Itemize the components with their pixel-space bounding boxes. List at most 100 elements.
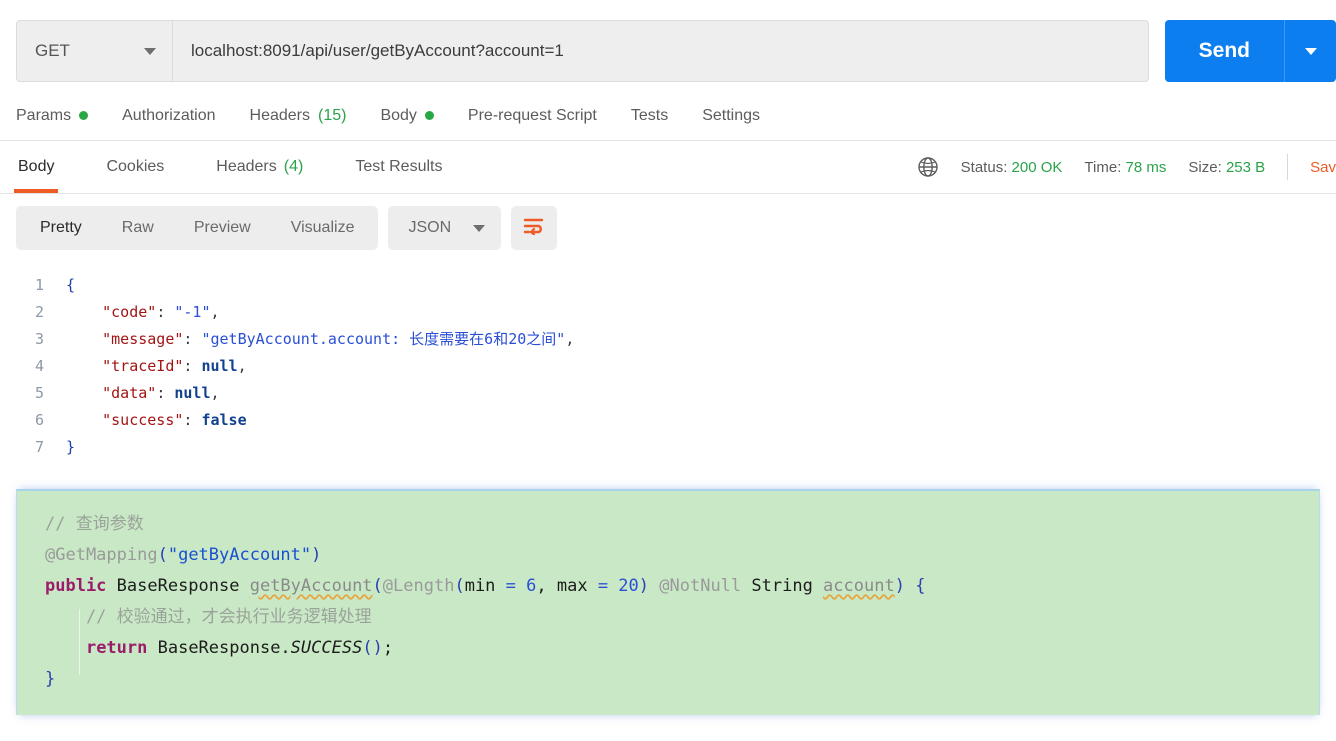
source-token: BaseResponse.: [147, 638, 291, 658]
source-token: BaseResponse: [106, 576, 250, 596]
json-line: 7}: [0, 434, 1336, 461]
line-number: 2: [34, 303, 44, 321]
source-code-line: @GetMapping("getByAccount"): [17, 540, 1319, 571]
http-method-label: GET: [35, 41, 70, 60]
send-button[interactable]: Send: [1164, 20, 1284, 82]
json-line-content: }: [66, 434, 75, 461]
source-token: 20: [618, 576, 639, 596]
request-tab-label: Params: [16, 106, 72, 124]
response-tab-body[interactable]: Body: [6, 141, 66, 193]
request-tabs: Params Authorization Headers (15) Body Pre-re…: [0, 91, 1336, 141]
source-token: @NotNull: [649, 576, 742, 596]
source-token: getByAccount: [249, 576, 373, 596]
send-button-group: Send: [1164, 20, 1336, 82]
source-token: , max: [536, 576, 598, 596]
json-token: "-1": [174, 303, 211, 321]
request-tab-settings[interactable]: Settings: [702, 107, 760, 125]
json-line: 2 "code": "-1",: [0, 299, 1336, 326]
request-tab-count: (15): [318, 106, 347, 124]
chevron-down-icon: [1304, 47, 1317, 55]
request-tab-tests[interactable]: Tests: [631, 107, 668, 125]
json-token: ,: [237, 357, 247, 375]
request-tab-params[interactable]: Params: [16, 106, 89, 125]
source-token: @Length: [382, 576, 455, 596]
response-tab-label: Headers: [216, 158, 277, 175]
json-token: ,: [210, 384, 220, 402]
http-method-select[interactable]: GET: [16, 20, 172, 82]
save-response-link[interactable]: Sav: [1310, 159, 1336, 176]
request-tab-pre-request-script[interactable]: Pre-request Script: [468, 107, 597, 125]
json-line-content: "code": "-1",: [66, 299, 220, 326]
json-token: "getByAccount.account: 长度需要在6和20之间": [201, 330, 566, 348]
line-number: 1: [34, 276, 44, 294]
status-badge: [79, 111, 89, 120]
view-mode-pretty[interactable]: Pretty: [20, 206, 102, 250]
source-token: {: [904, 576, 926, 596]
json-token: false: [201, 411, 247, 429]
source-token: String: [741, 576, 824, 596]
json-token: }: [66, 438, 76, 456]
response-bar: Body Cookies Headers (4) Test Results Status…: [0, 141, 1336, 194]
view-mode-preview[interactable]: Preview: [174, 206, 271, 250]
size-indicator: Size: 253 B: [1188, 159, 1265, 176]
source-token: 6: [526, 576, 537, 596]
json-line: 1{: [0, 272, 1336, 299]
json-line-content: "data": null,: [66, 380, 220, 407]
response-meta: Status: 200 OK Time: 78 ms Size: 253 B S…: [917, 154, 1336, 180]
source-token: SUCCESS: [290, 638, 363, 658]
json-line-content: "success": false: [66, 407, 247, 434]
json-token: "traceId": [102, 357, 184, 375]
request-tab-label: Authorization: [122, 106, 216, 124]
response-body-json[interactable]: 1{2 "code": "-1", 3 "message": "getByAcco…: [0, 260, 1336, 461]
line-number: 5: [34, 384, 44, 402]
json-line-content: "traceId": null,: [66, 353, 247, 380]
url-input[interactable]: [172, 20, 1149, 82]
response-tabs: Body Cookies Headers (4) Test Results: [6, 141, 454, 193]
json-line: 3 "message": "getByAccount.account: 长度需要…: [0, 326, 1336, 353]
request-tab-headers[interactable]: Headers (15): [250, 107, 347, 125]
time-label: Time:: [1084, 158, 1122, 176]
language-select[interactable]: JSON: [388, 206, 502, 250]
view-mode-raw[interactable]: Raw: [102, 206, 174, 250]
json-token: ,: [565, 330, 575, 348]
source-code-line: // 校验通过，才会执行业务逻辑处理: [17, 602, 1319, 633]
time-value: 78 ms: [1125, 158, 1167, 176]
json-token: {: [66, 276, 76, 294]
line-number: 4: [34, 357, 44, 375]
json-token: :: [156, 303, 175, 321]
response-tab-label: Cookies: [106, 158, 165, 175]
json-line: 5 "data": null,: [0, 380, 1336, 407]
indent-guide: [79, 609, 80, 675]
response-tab-cookies[interactable]: Cookies: [94, 141, 176, 193]
request-tab-label: Tests: [630, 106, 669, 124]
json-token: "data": [102, 384, 157, 402]
json-token: "success": [102, 411, 184, 429]
json-token: :: [183, 330, 202, 348]
status-value: 200 OK: [1011, 158, 1063, 176]
word-wrap-button[interactable]: [511, 206, 558, 250]
json-token: ,: [210, 303, 220, 321]
source-token: (: [157, 545, 168, 565]
source-code-line: return BaseResponse.SUCCESS();: [17, 633, 1319, 664]
response-tab-headers[interactable]: Headers (4): [204, 141, 315, 193]
size-label: Size:: [1188, 158, 1222, 176]
request-tab-body[interactable]: Body: [380, 107, 434, 125]
send-options-button[interactable]: [1284, 20, 1336, 82]
request-tab-label: Settings: [702, 106, 761, 124]
response-tab-count: (4): [283, 158, 304, 175]
request-tab-authorization[interactable]: Authorization: [122, 107, 215, 125]
json-line: 6 "success": false: [0, 407, 1336, 434]
json-token: "code": [102, 303, 157, 321]
response-tab-label: Test Results: [355, 158, 443, 175]
view-mode-visualize[interactable]: Visualize: [271, 206, 375, 250]
json-token: null: [174, 384, 211, 402]
json-token: :: [183, 357, 202, 375]
source-token: min: [464, 576, 506, 596]
json-line-content: "message": "getByAccount.account: 长度需要在6…: [66, 326, 574, 353]
source-token: ): [894, 576, 905, 596]
response-tab-test-results[interactable]: Test Results: [343, 141, 454, 193]
